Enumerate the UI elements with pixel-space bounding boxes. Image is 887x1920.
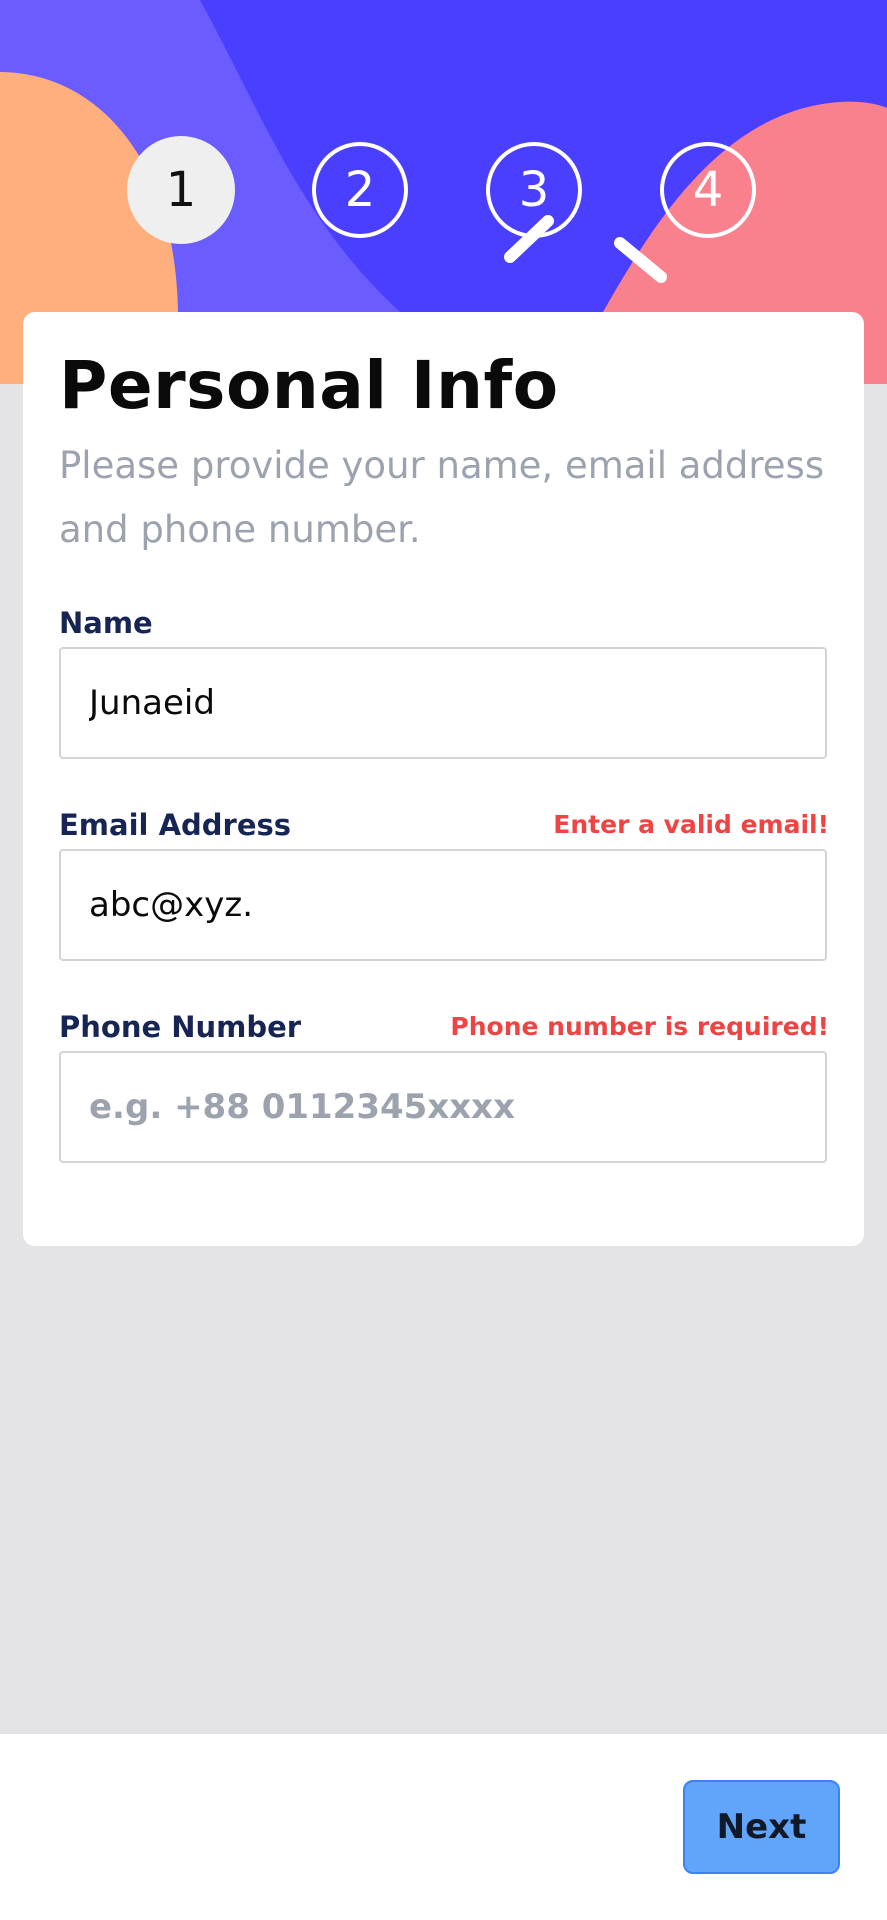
step-3[interactable]: 3 <box>486 142 582 238</box>
form-card: Personal Info Please provide your name, … <box>23 312 864 1246</box>
phone-field[interactable] <box>59 1051 827 1163</box>
page-subtitle: Please provide your name, email address … <box>59 444 825 551</box>
name-field[interactable] <box>59 647 827 759</box>
step-1[interactable]: 1 <box>127 136 235 244</box>
next-button[interactable]: Next <box>683 1780 840 1874</box>
page-title: Personal Info <box>59 347 559 424</box>
email-error: Enter a valid email! <box>553 810 829 839</box>
phone-label: Phone Number <box>59 1010 302 1044</box>
step-4[interactable]: 4 <box>660 142 756 238</box>
email-field[interactable] <box>59 849 827 961</box>
phone-error: Phone number is required! <box>450 1012 829 1041</box>
step-2[interactable]: 2 <box>312 142 408 238</box>
name-label: Name <box>59 606 153 640</box>
footer-bar: Next <box>0 1734 887 1920</box>
email-label: Email Address <box>59 808 292 842</box>
